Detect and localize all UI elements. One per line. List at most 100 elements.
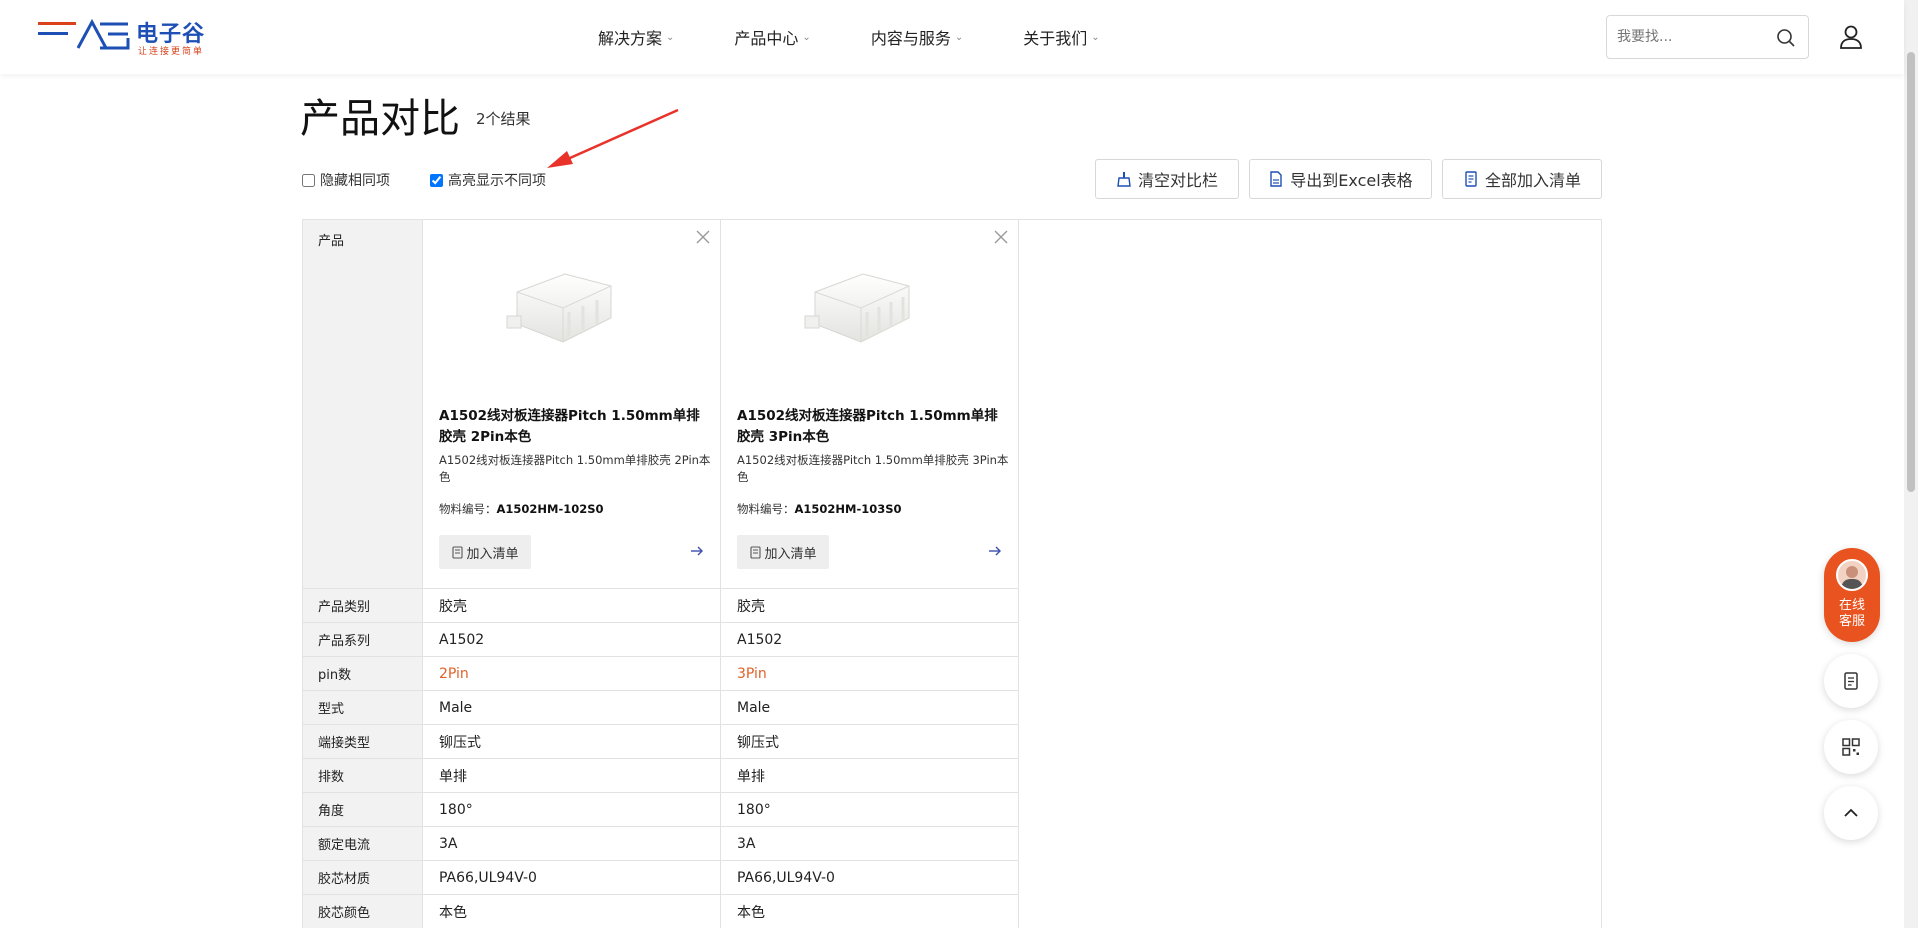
close-icon[interactable] — [696, 230, 710, 244]
nav-label: 解决方案 — [598, 29, 663, 48]
product-column: A1502线对板连接器Pitch 1.50mm单排胶壳 2Pin本色 A1502… — [423, 220, 721, 928]
add-all-to-list-button[interactable]: 全部加入清单 — [1442, 159, 1602, 199]
highlight-diff-checkbox[interactable] — [430, 173, 443, 187]
list-icon — [750, 545, 762, 559]
chevron-down-icon: ⌄ — [802, 31, 811, 43]
export-icon — [1270, 171, 1282, 187]
chevron-down-icon: ⌄ — [1091, 31, 1100, 43]
hide-same-option[interactable]: 隐藏相同项 — [302, 170, 390, 190]
attribute-value-diff: 2Pin — [423, 657, 720, 691]
site-header: 电子谷 让连接更简单 解决方案 ⌄ 产品中心 ⌄ 内容与服务 ⌄ 关于我们 ⌄ — [0, 0, 1904, 74]
page-scrollbar[interactable] — [1904, 0, 1918, 928]
hide-same-checkbox[interactable] — [302, 173, 315, 187]
nav-label: 关于我们 — [1023, 29, 1088, 48]
nav-products[interactable]: 产品中心 ⌄ — [734, 0, 810, 74]
back-to-top-button[interactable] — [1824, 786, 1878, 840]
attribute-value: 3A — [423, 827, 720, 861]
attribute-value: 本色 — [423, 895, 720, 928]
attribute-label: pin数 — [303, 657, 423, 691]
attribute-value: Male — [423, 691, 720, 725]
attribute-label: 胶芯颜色 — [303, 895, 423, 928]
product-description: A1502线对板连接器Pitch 1.50mm单排胶壳 3Pin本色 — [737, 453, 1009, 484]
part-number: 物料编号：A1502HM-102S0 — [439, 501, 604, 517]
part-number-label: 物料编号： — [737, 502, 795, 516]
nav-about[interactable]: 关于我们 ⌄ — [1023, 0, 1099, 74]
attribute-label-column: 产品 产品类别 产品系列 pin数 型式 端接类型 排数 角度 额定电流 胶芯材… — [303, 220, 423, 928]
chevron-up-icon — [1844, 808, 1858, 817]
chevron-down-icon: ⌄ — [954, 31, 964, 43]
product-column: A1502线对板连接器Pitch 1.50mm单排胶壳 3Pin本色 A1502… — [721, 220, 1019, 928]
logo-mark-icon — [38, 18, 130, 50]
attribute-label: 产品系列 — [303, 623, 423, 657]
attribute-value-diff: 3Pin — [721, 657, 1018, 691]
qr-code-icon — [1842, 738, 1860, 756]
page-title: 产品对比 — [300, 96, 460, 142]
user-icon[interactable] — [1838, 24, 1864, 50]
result-count: 2个结果 — [476, 110, 531, 128]
add-to-list-label: 加入清单 — [764, 546, 817, 562]
product-image[interactable] — [803, 262, 921, 354]
clear-compare-button[interactable]: 清空对比栏 — [1095, 159, 1239, 199]
person-icon — [1841, 566, 1863, 589]
scrollbar-thumb[interactable] — [1907, 52, 1915, 492]
close-icon[interactable] — [994, 230, 1008, 244]
avatar — [1836, 559, 1868, 591]
attribute-value: Male — [721, 691, 1018, 725]
compare-table: 产品 产品类别 产品系列 pin数 型式 端接类型 排数 角度 额定电流 胶芯材… — [302, 219, 1602, 928]
search-input[interactable] — [1617, 26, 1767, 48]
annotation-arrow-icon — [547, 108, 679, 168]
list-icon — [452, 545, 464, 559]
part-number-label: 物料编号： — [439, 502, 497, 516]
attribute-label: 型式 — [303, 691, 423, 725]
qr-code-float-button[interactable] — [1824, 720, 1878, 774]
nav-solutions[interactable]: 解决方案 ⌄ — [598, 0, 674, 74]
product-card: A1502线对板连接器Pitch 1.50mm单排胶壳 2Pin本色 A1502… — [423, 220, 720, 589]
attribute-value: A1502 — [721, 623, 1018, 657]
attribute-value: 单排 — [423, 759, 720, 793]
add-to-list-button[interactable]: 加入清单 — [737, 535, 829, 569]
hide-same-label: 隐藏相同项 — [320, 173, 390, 189]
nav-content-services[interactable]: 内容与服务 ⌄ — [871, 0, 963, 74]
attribute-value: 胶壳 — [721, 589, 1018, 623]
online-service-label: 在线 客服 — [1838, 598, 1865, 629]
product-description: A1502线对板连接器Pitch 1.50mm单排胶壳 2Pin本色 — [439, 453, 711, 484]
clear-compare-label: 清空对比栏 — [1137, 171, 1218, 190]
list-float-button[interactable] — [1824, 654, 1878, 708]
highlight-diff-option[interactable]: 高亮显示不同项 — [430, 170, 546, 190]
chevron-down-icon: ⌄ — [666, 31, 675, 43]
attribute-value: 180° — [721, 793, 1018, 827]
nav-label: 内容与服务 — [870, 29, 951, 48]
attribute-label: 产品类别 — [303, 589, 423, 623]
part-number: 物料编号：A1502HM-103S0 — [737, 501, 902, 517]
attribute-label: 额定电流 — [303, 827, 423, 861]
logo-subtitle: 让连接更简单 — [138, 47, 205, 57]
attribute-value: 胶壳 — [423, 589, 720, 623]
attribute-value: 铆压式 — [423, 725, 720, 759]
attribute-label: 胶芯材质 — [303, 861, 423, 895]
product-title[interactable]: A1502线对板连接器Pitch 1.50mm单排胶壳 3Pin本色 — [737, 406, 1007, 448]
attribute-value: A1502 — [423, 623, 720, 657]
add-to-list-button[interactable]: 加入清单 — [439, 535, 531, 569]
attribute-value: 3A — [721, 827, 1018, 861]
product-image[interactable] — [505, 262, 623, 354]
attribute-value: 铆压式 — [721, 725, 1018, 759]
export-excel-button[interactable]: 导出到Excel表格 — [1249, 159, 1432, 199]
export-excel-label: 导出到Excel表格 — [1290, 171, 1413, 190]
list-icon — [1844, 672, 1858, 690]
highlight-diff-label: 高亮显示不同项 — [448, 173, 546, 189]
search-icon[interactable] — [1776, 28, 1796, 48]
product-header-label: 产品 — [303, 220, 423, 589]
attribute-label: 排数 — [303, 759, 423, 793]
attribute-label: 端接类型 — [303, 725, 423, 759]
part-number-value: A1502HM-102S0 — [496, 502, 604, 516]
arrow-right-icon[interactable] — [988, 544, 1002, 558]
arrow-right-icon[interactable] — [690, 544, 704, 558]
online-service-button[interactable]: 在线 客服 — [1824, 548, 1880, 642]
main-nav: 解决方案 ⌄ 产品中心 ⌄ 内容与服务 ⌄ 关于我们 ⌄ — [598, 0, 1160, 74]
attribute-value: PA66,UL94V-0 — [721, 861, 1018, 895]
attribute-value: 本色 — [721, 895, 1018, 928]
site-logo[interactable]: 电子谷 让连接更简单 — [38, 16, 214, 58]
product-card: A1502线对板连接器Pitch 1.50mm单排胶壳 3Pin本色 A1502… — [721, 220, 1018, 589]
add-to-list-label: 加入清单 — [466, 546, 519, 562]
product-title[interactable]: A1502线对板连接器Pitch 1.50mm单排胶壳 2Pin本色 — [439, 406, 709, 448]
